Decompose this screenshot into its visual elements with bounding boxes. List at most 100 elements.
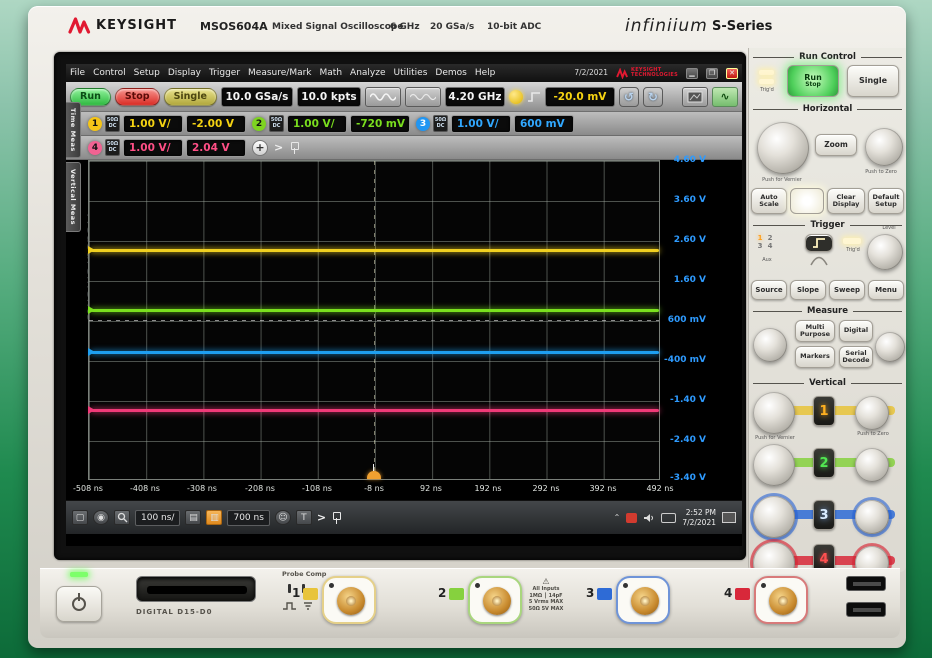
run-stop-button[interactable]: Run Stop — [787, 65, 839, 97]
channel-2-impedance[interactable]: 50ΩDC — [269, 115, 284, 132]
ch3-button[interactable]: 3 — [813, 500, 835, 530]
channel-1-badge[interactable]: 1 — [88, 117, 102, 131]
ch1-scale-knob[interactable] — [753, 392, 795, 434]
ch1-offset-knob[interactable] — [855, 396, 889, 430]
keyboard-icon[interactable] — [661, 513, 676, 523]
channel-2-controls: 2 50ΩDC 1.00 V/ -720 mV — [252, 115, 410, 133]
window-close-button[interactable]: ✕ — [726, 68, 738, 79]
ch1-button[interactable]: 1 — [813, 396, 835, 426]
pin-icon[interactable] — [289, 141, 299, 155]
horizontal-delay-knob[interactable] — [865, 128, 903, 166]
menu-help[interactable]: Help — [475, 68, 496, 78]
channel-1-offset-field[interactable]: -2.00 V — [186, 115, 246, 133]
digital-button[interactable]: Digital — [839, 320, 873, 342]
led-label: Trig'd — [753, 88, 781, 94]
tray-expand-icon[interactable]: ⌃ — [614, 513, 621, 522]
ch2-offset-knob[interactable] — [855, 448, 889, 482]
single-button-hw[interactable]: Single — [847, 65, 899, 97]
waveform-style-2-icon[interactable] — [405, 87, 441, 107]
window-maximize-button[interactable]: ❐ — [706, 68, 718, 79]
channel-4-offset-field[interactable]: 2.04 V — [186, 139, 246, 157]
power-button[interactable] — [56, 586, 102, 622]
channel-2-badge[interactable]: 2 — [252, 117, 266, 131]
single-button[interactable]: Single — [164, 88, 217, 106]
smiley-icon[interactable]: ☺ — [275, 510, 291, 525]
expand-arrow-icon[interactable]: > — [317, 511, 326, 524]
pin-icon[interactable] — [331, 511, 341, 525]
channel-1-impedance[interactable]: 50ΩDC — [105, 115, 120, 132]
menu-analyze[interactable]: Analyze — [350, 68, 385, 78]
ch2-button[interactable]: 2 — [813, 448, 835, 478]
trigger-source-icon[interactable] — [509, 90, 523, 104]
multi-purpose-button[interactable]: Multi Purpose — [795, 320, 835, 342]
ch3-scale-knob[interactable] — [753, 496, 795, 538]
ch3-offset-knob[interactable] — [855, 500, 889, 534]
menu-math[interactable]: Math — [320, 68, 343, 78]
channel-4-badge[interactable]: 4 — [88, 141, 102, 155]
markers-button[interactable]: Markers — [795, 346, 835, 368]
tab-vertical-meas[interactable]: Vertical Meas — [66, 162, 81, 232]
ch2-scale-knob[interactable] — [753, 444, 795, 486]
channel-3-scale-field[interactable]: 1.00 V/ — [451, 115, 511, 133]
trigger-slope-icon[interactable] — [805, 234, 833, 252]
notification-icon[interactable] — [722, 512, 736, 523]
tab-time-meas[interactable]: Time Meas — [66, 102, 81, 158]
cursor-knob[interactable] — [875, 332, 905, 362]
channel-1-scale-field[interactable]: 1.00 V/ — [123, 115, 183, 133]
menu-trigger[interactable]: Trigger — [209, 68, 240, 78]
trigger-sweep-button[interactable]: Sweep — [829, 280, 865, 300]
app-icon[interactable]: ▢ — [72, 510, 88, 525]
expand-arrow-icon[interactable]: > — [274, 141, 283, 154]
channel-2-offset-field[interactable]: -720 mV — [350, 115, 410, 133]
waveform-graticule[interactable] — [88, 160, 660, 480]
trigger-source-button[interactable]: Source — [751, 280, 787, 300]
menu-control[interactable]: Control — [93, 68, 126, 78]
menu-setup[interactable]: Setup — [134, 68, 160, 78]
touch-button[interactable] — [790, 188, 824, 214]
stop-button[interactable]: Stop — [115, 88, 160, 106]
serial-decode-button[interactable]: Serial Decode — [839, 346, 873, 368]
auto-scale-button[interactable]: Auto Scale — [751, 188, 787, 214]
menu-measure-mark[interactable]: Measure/Mark — [248, 68, 311, 78]
horizontal-scale-knob[interactable] — [757, 122, 809, 174]
clear-display-button[interactable]: Clear Display — [827, 188, 865, 214]
waveform-style-icon[interactable] — [365, 87, 401, 107]
channel-1-ground-marker — [88, 246, 95, 254]
trigger-slope-button[interactable]: Slope — [790, 280, 826, 300]
channel-4-scale-field[interactable]: 1.00 V/ — [123, 139, 183, 157]
undo-button[interactable]: ↺ — [619, 87, 639, 107]
search-icon[interactable] — [114, 510, 130, 525]
trigger-menu-button[interactable]: Menu — [868, 280, 904, 300]
menu-display[interactable]: Display — [168, 68, 201, 78]
bandwidth-field[interactable]: 4.20 GHz — [445, 87, 505, 107]
active-tool-icon[interactable]: ▥ — [206, 510, 222, 525]
menu-file[interactable]: File — [70, 68, 85, 78]
menu-utilities[interactable]: Utilities — [394, 68, 428, 78]
display-mode-icon[interactable] — [682, 87, 708, 107]
horizontal-position-field[interactable]: 700 ns — [227, 510, 269, 526]
horizontal-scale-field[interactable]: 100 ns/ — [135, 510, 180, 526]
trigger-level-field[interactable]: -20.0 mV — [545, 87, 615, 107]
zoom-button[interactable]: Zoom — [815, 134, 857, 156]
sample-rate-field[interactable]: 10.0 GSa/s — [221, 87, 293, 107]
menu-demos[interactable]: Demos — [435, 68, 466, 78]
trigger-time-marker[interactable] — [367, 471, 381, 479]
redo-button[interactable]: ↻ — [643, 87, 663, 107]
tray-app-icon[interactable] — [626, 513, 637, 523]
trigger-tool-icon[interactable]: T — [296, 510, 312, 525]
channel-2-scale-field[interactable]: 1.00 V/ — [287, 115, 347, 133]
channel-3-impedance[interactable]: 50ΩDC — [433, 115, 448, 132]
channel-3-badge[interactable]: 3 — [416, 117, 430, 131]
window-minimize-button[interactable]: ▁ — [686, 68, 698, 79]
trigger-level-knob[interactable] — [867, 234, 903, 270]
measure-entry-knob[interactable] — [753, 328, 787, 362]
memory-depth-field[interactable]: 10.0 kpts — [297, 87, 361, 107]
add-channel-button[interactable]: + — [252, 140, 268, 156]
volume-icon[interactable] — [643, 508, 655, 527]
channel-4-impedance[interactable]: 50ΩDC — [105, 139, 120, 156]
channel-3-offset-field[interactable]: 600 mV — [514, 115, 574, 133]
default-setup-button[interactable]: Default Setup — [868, 188, 904, 214]
browser-icon[interactable]: ◉ — [93, 510, 109, 525]
acquisition-icon[interactable]: ▤ — [185, 510, 201, 525]
annotation-icon[interactable]: ∿ — [712, 87, 738, 107]
